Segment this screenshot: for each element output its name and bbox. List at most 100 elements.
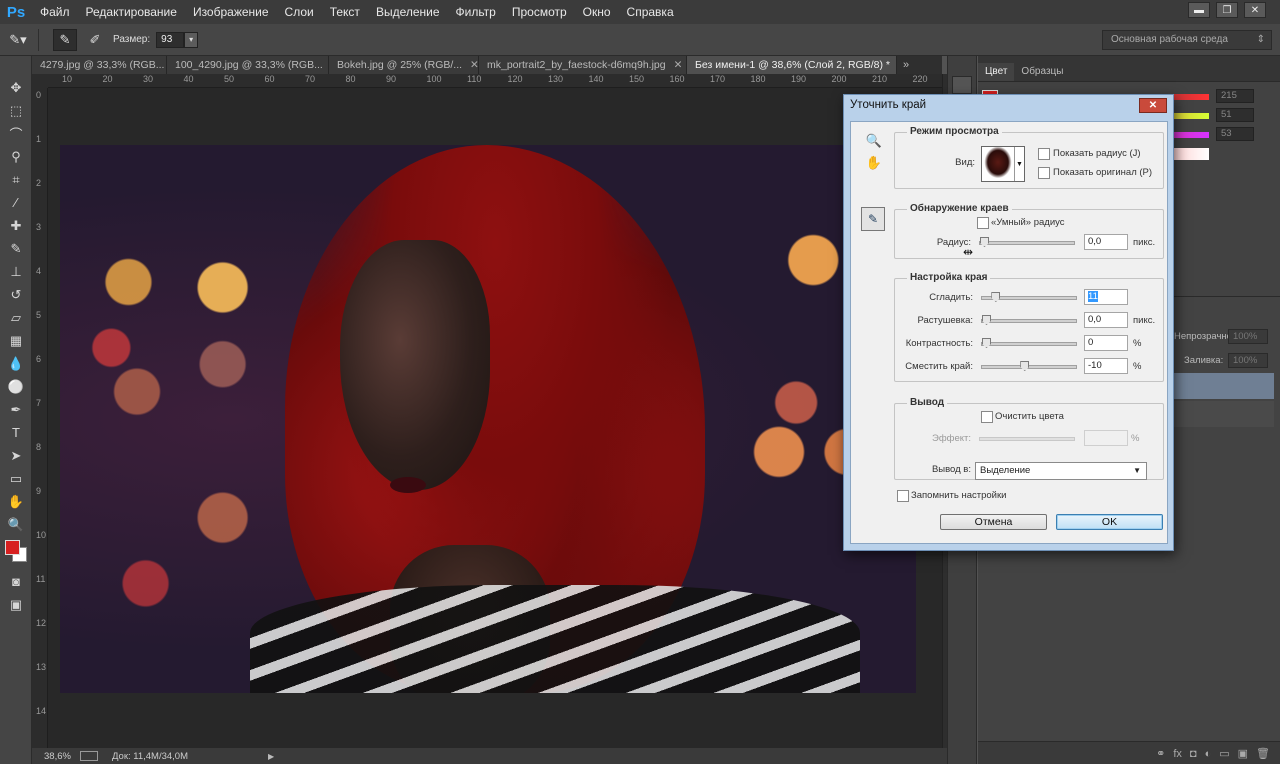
- path-selection-tool-icon[interactable]: ➤: [0, 444, 32, 467]
- tab-document-2[interactable]: 100_4290.jpg @ 33,3% (RGB...✕: [167, 56, 329, 74]
- erase-refinements-tool-icon[interactable]: ✐: [83, 29, 107, 51]
- brush-tool-icon[interactable]: ✎: [0, 237, 32, 260]
- trash-icon[interactable]: 🗑: [1256, 747, 1270, 760]
- green-value[interactable]: 51: [1216, 108, 1254, 122]
- show-radius-checkbox[interactable]: [1038, 148, 1050, 160]
- clone-stamp-tool-icon[interactable]: ⊥: [0, 260, 32, 283]
- crop-tool-icon[interactable]: ⌗: [0, 168, 32, 191]
- pen-tool-icon[interactable]: ✒: [0, 398, 32, 421]
- marquee-tool-icon[interactable]: ⬚: [0, 99, 32, 122]
- menu-file[interactable]: Файл: [32, 0, 78, 24]
- shape-tool-icon[interactable]: ▭: [0, 467, 32, 490]
- feather-input[interactable]: 0,0: [1084, 312, 1128, 328]
- close-window-button[interactable]: ✕: [1244, 2, 1266, 18]
- eraser-tool-icon[interactable]: ▱: [0, 306, 32, 329]
- size-input[interactable]: 93: [156, 31, 185, 48]
- menu-filter[interactable]: Фильтр: [448, 0, 504, 24]
- slider-thumb[interactable]: [980, 237, 989, 247]
- slider-thumb[interactable]: [982, 315, 991, 325]
- eyedropper-tool-icon[interactable]: ⁄: [0, 191, 32, 214]
- menu-type[interactable]: Текст: [322, 0, 368, 24]
- output-to-select[interactable]: Выделение ▼: [975, 462, 1147, 480]
- opacity-input[interactable]: 100%: [1228, 329, 1268, 344]
- size-dropdown-button[interactable]: ▾: [184, 31, 199, 48]
- add-mask-icon[interactable]: ◘: [1190, 748, 1197, 760]
- menu-edit[interactable]: Редактирование: [78, 0, 185, 24]
- quick-mask-icon[interactable]: ◙: [0, 570, 32, 593]
- tab-color[interactable]: Цвет: [978, 63, 1015, 81]
- hand-tool-icon[interactable]: ✋: [865, 154, 883, 172]
- contrast-slider[interactable]: [981, 338, 1077, 348]
- red-value[interactable]: 215: [1216, 89, 1254, 103]
- tab-document-4[interactable]: mk_portrait2_by_faestock-d6mq9h.jpg ✕: [479, 56, 687, 74]
- tab-document-1[interactable]: 4279.jpg @ 33,3% (RGB...: [32, 56, 167, 74]
- vertical-ruler[interactable]: 0 1 2 3 4 5 6 7 8 9 10 11 12 13 14: [32, 88, 48, 748]
- menu-select[interactable]: Выделение: [368, 0, 448, 24]
- history-brush-tool-icon[interactable]: ↺: [0, 283, 32, 306]
- proof-icon[interactable]: [80, 751, 98, 761]
- new-layer-icon[interactable]: ▣: [1238, 747, 1248, 760]
- radius-input[interactable]: 0,0: [1084, 234, 1128, 250]
- slider-thumb[interactable]: [991, 292, 1001, 302]
- brush-tool-preset-icon[interactable]: ✎▾: [6, 29, 30, 51]
- lasso-tool-icon[interactable]: ⌒: [0, 122, 32, 145]
- smooth-input[interactable]: 11: [1084, 289, 1128, 305]
- feather-slider[interactable]: [981, 315, 1077, 325]
- view-mode-select[interactable]: ▼: [981, 146, 1025, 182]
- tabs-overflow-button[interactable]: »: [897, 56, 915, 74]
- close-tab-icon[interactable]: ✕: [470, 56, 478, 74]
- decontaminate-colors-checkbox[interactable]: [981, 411, 993, 423]
- type-tool-icon[interactable]: T: [0, 421, 32, 444]
- menu-window[interactable]: Окно: [575, 0, 619, 24]
- refine-radius-tool-icon[interactable]: ✎: [53, 28, 77, 51]
- shift-edge-slider[interactable]: [981, 361, 1077, 371]
- smart-radius-checkbox[interactable]: [977, 217, 989, 229]
- adjustment-layer-icon[interactable]: ◐: [1205, 748, 1212, 760]
- radius-slider[interactable]: [979, 237, 1075, 247]
- history-panel-icon[interactable]: [952, 76, 972, 94]
- horizontal-ruler[interactable]: 10 20 30 40 50 60 70 80 90 100 110 120 130 140 150 160 1…: [48, 74, 942, 88]
- canvas-area[interactable]: [48, 88, 942, 748]
- healing-brush-tool-icon[interactable]: ✚: [0, 214, 32, 237]
- quick-selection-tool-icon[interactable]: ⚲: [0, 145, 32, 168]
- dialog-close-button[interactable]: ✕: [1139, 98, 1167, 113]
- restore-button[interactable]: ❐: [1216, 2, 1238, 18]
- remember-settings-checkbox[interactable]: [897, 490, 909, 502]
- minimize-button[interactable]: ▬: [1188, 2, 1210, 18]
- fill-input[interactable]: 100%: [1228, 353, 1268, 368]
- zoom-tool-icon[interactable]: 🔍: [865, 132, 883, 150]
- dialog-titlebar[interactable]: Уточнить край ✕: [844, 95, 1173, 117]
- smooth-slider[interactable]: [981, 292, 1077, 302]
- slider-thumb[interactable]: [982, 338, 991, 348]
- hand-tool-icon[interactable]: ✋: [0, 490, 32, 513]
- cancel-button[interactable]: Отмена: [940, 514, 1047, 530]
- slider-thumb[interactable]: [1020, 361, 1030, 371]
- close-tab-icon[interactable]: ✕: [674, 56, 683, 74]
- dodge-tool-icon[interactable]: ⚪: [0, 375, 32, 398]
- tab-document-active[interactable]: Без имени-1 @ 38,6% (Слой 2, RGB/8) *✕: [687, 56, 897, 74]
- move-tool-icon[interactable]: ✥: [0, 76, 32, 99]
- status-menu-arrow-icon[interactable]: ▶: [268, 752, 274, 761]
- link-layers-icon[interactable]: ⚭: [1156, 747, 1165, 760]
- layer-style-icon[interactable]: fx: [1173, 748, 1182, 760]
- zoom-level[interactable]: 38,6%: [32, 751, 72, 762]
- foreground-color-swatch[interactable]: [5, 540, 20, 555]
- new-group-icon[interactable]: ▭: [1219, 747, 1229, 760]
- shift-edge-input[interactable]: -10: [1084, 358, 1128, 374]
- blue-value[interactable]: 53: [1216, 127, 1254, 141]
- workspace-select[interactable]: Основная рабочая среда ⇕: [1102, 30, 1272, 50]
- screen-mode-icon[interactable]: ▣: [0, 593, 32, 616]
- contrast-input[interactable]: 0: [1084, 335, 1128, 351]
- tab-swatches[interactable]: Образцы: [1014, 63, 1070, 81]
- menu-help[interactable]: Справка: [619, 0, 682, 24]
- document-image[interactable]: [60, 145, 916, 693]
- zoom-tool-icon[interactable]: 🔍: [0, 513, 32, 536]
- blur-tool-icon[interactable]: 💧: [0, 352, 32, 375]
- gradient-tool-icon[interactable]: ▦: [0, 329, 32, 352]
- menu-image[interactable]: Изображение: [185, 0, 277, 24]
- refine-radius-tool-icon[interactable]: ✎: [861, 207, 885, 231]
- menu-layers[interactable]: Слои: [277, 0, 322, 24]
- menu-view[interactable]: Просмотр: [504, 0, 575, 24]
- tab-document-3[interactable]: Bokeh.jpg @ 25% (RGB/... ✕: [329, 56, 479, 74]
- ok-button[interactable]: OK: [1056, 514, 1163, 530]
